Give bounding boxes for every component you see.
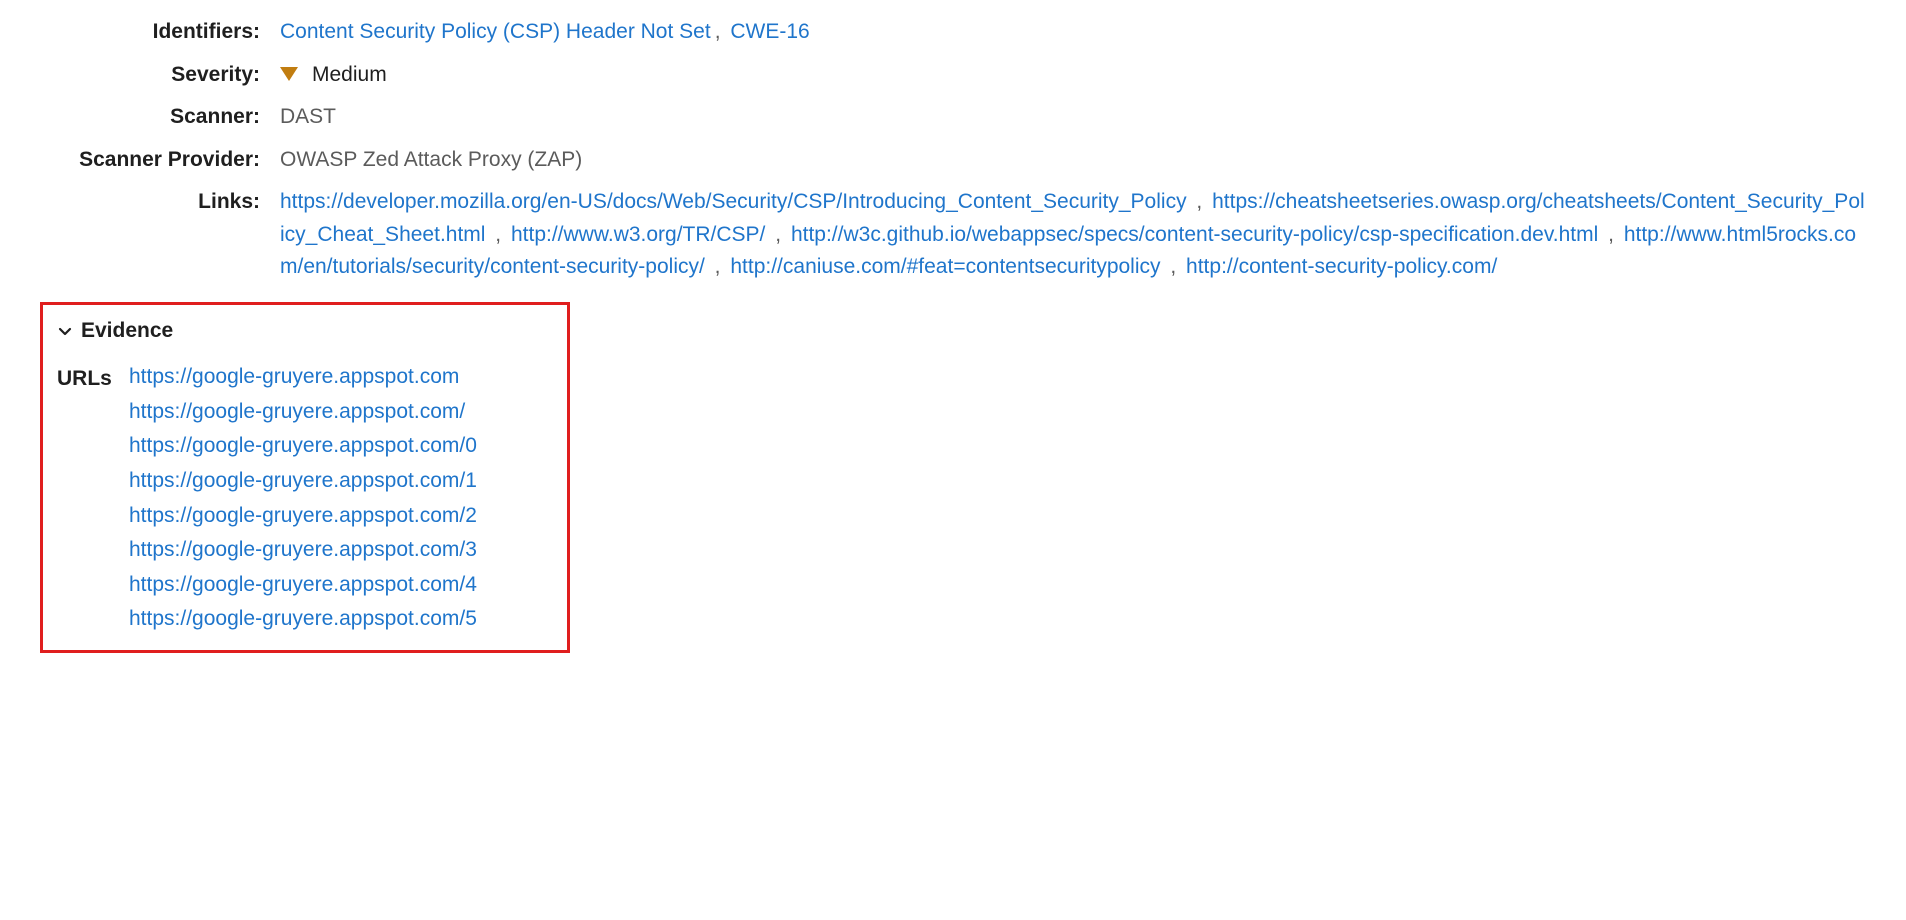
scanner-provider-row: Scanner Provider: OWASP Zed Attack Proxy… [40,144,1866,177]
separator: , [1608,223,1614,246]
severity-medium-icon [280,67,298,81]
reference-link[interactable]: http://www.w3.org/TR/CSP/ [511,223,765,246]
evidence-url[interactable]: https://google-gruyere.appspot.com/1 [129,465,553,498]
evidence-url[interactable]: https://google-gruyere.appspot.com/3 [129,534,553,567]
separator: , [775,223,781,246]
severity-label: Severity: [40,59,280,92]
separator: , [715,255,721,278]
reference-link[interactable]: http://w3c.github.io/webappsec/specs/con… [791,223,1598,246]
identifiers-value: Content Security Policy (CSP) Header Not… [280,16,1866,49]
evidence-url[interactable]: https://google-gruyere.appspot.com/0 [129,430,553,463]
severity-text: Medium [312,63,387,86]
evidence-url[interactable]: https://google-gruyere.appspot.com/5 [129,603,553,636]
identifiers-label: Identifiers: [40,16,280,49]
evidence-url[interactable]: https://google-gruyere.appspot.com [129,361,553,394]
evidence-toggle[interactable]: Evidence [57,315,553,348]
identifiers-row: Identifiers: Content Security Policy (CS… [40,16,1866,49]
separator: , [1196,190,1202,213]
identifier-link[interactable]: CWE-16 [730,20,809,43]
scanner-provider-value: OWASP Zed Attack Proxy (ZAP) [280,144,1866,177]
separator: , [1170,255,1176,278]
evidence-url[interactable]: https://google-gruyere.appspot.com/4 [129,569,553,602]
reference-link[interactable]: https://developer.mozilla.org/en-US/docs… [280,190,1187,213]
separator: , [495,223,501,246]
evidence-url[interactable]: https://google-gruyere.appspot.com/2 [129,500,553,533]
links-value: https://developer.mozilla.org/en-US/docs… [280,186,1866,284]
chevron-down-icon [57,323,73,339]
links-row: Links: https://developer.mozilla.org/en-… [40,186,1866,284]
evidence-body: URLs https://google-gruyere.appspot.com … [57,361,553,637]
severity-row: Severity: Medium [40,59,1866,92]
scanner-label: Scanner: [40,101,280,134]
scanner-provider-label: Scanner Provider: [40,144,280,177]
evidence-url[interactable]: https://google-gruyere.appspot.com/ [129,396,553,429]
scanner-value: DAST [280,101,1866,134]
severity-value: Medium [280,59,1866,92]
scanner-row: Scanner: DAST [40,101,1866,134]
reference-link[interactable]: http://content-security-policy.com/ [1186,255,1497,278]
reference-link[interactable]: http://caniuse.com/#feat=contentsecurity… [730,255,1160,278]
evidence-section: Evidence URLs https://google-gruyere.app… [40,302,570,653]
identifier-link[interactable]: Content Security Policy (CSP) Header Not… [280,20,711,43]
evidence-title: Evidence [81,315,173,348]
evidence-urls-label: URLs [57,361,129,637]
evidence-urls-list: https://google-gruyere.appspot.com https… [129,361,553,637]
separator: , [715,20,721,43]
links-label: Links: [40,186,280,219]
